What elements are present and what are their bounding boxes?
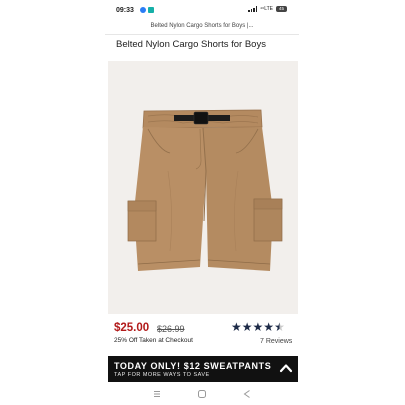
browser-title-bar[interactable]: Belted Nylon Cargo Shorts for Boys |... [105, 20, 299, 32]
star-icon: ★ [263, 320, 275, 334]
original-price: $26.99 [157, 324, 185, 334]
signal-icon [248, 6, 257, 12]
banner-title: TODAY ONLY! $12 SWEATPANTS [114, 361, 272, 371]
navigation-bar [105, 384, 299, 405]
back-icon[interactable] [242, 389, 252, 399]
product-title: Belted Nylon Cargo Shorts for Boys [116, 39, 266, 50]
battery-icon: 45 [276, 6, 287, 12]
app-icon [148, 7, 154, 13]
home-icon[interactable] [197, 389, 207, 399]
network-label: ⁴⁶LTE [259, 6, 273, 12]
phone-screen: 09:33 ⁴⁶LTE 45 Belted Nylon Cargo Shorts… [105, 0, 299, 405]
promo-banner[interactable]: TODAY ONLY! $12 SWEATPANTS TAP FOR MORE … [108, 356, 298, 382]
status-time: 09:33 [116, 7, 134, 14]
star-icon: ★ [231, 320, 242, 334]
status-indicators: ⁴⁶LTE 45 [248, 6, 287, 12]
cargo-shorts-image [127, 109, 283, 271]
star-icon: ★ [252, 320, 264, 334]
chevron-up-icon[interactable] [279, 362, 293, 374]
messenger-icon [140, 7, 146, 13]
status-bar: 09:33 ⁴⁶LTE 45 [105, 0, 299, 20]
status-app-icons [140, 7, 154, 13]
header-divider [105, 34, 299, 35]
reviews-link[interactable]: 7 Reviews [260, 338, 292, 345]
sale-price: $25.00 [114, 322, 150, 334]
checkout-discount-text: 25% Off Taken at Checkout [114, 337, 193, 344]
rating-stars[interactable]: ★ ★ ★ ★ ★ [231, 321, 285, 334]
banner-subtitle: TAP FOR MORE WAYS TO SAVE [114, 372, 210, 378]
recent-apps-icon[interactable] [152, 389, 162, 399]
star-icon: ★ [241, 320, 253, 334]
half-star-icon: ★ [274, 320, 285, 334]
product-image[interactable] [108, 61, 298, 314]
